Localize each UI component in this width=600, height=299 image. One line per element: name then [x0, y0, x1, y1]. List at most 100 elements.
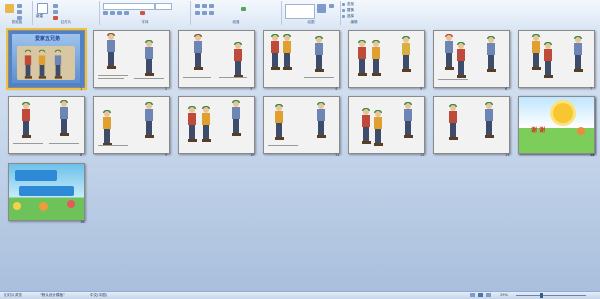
slide-sorter: 爱家五兄弟 1 2 3 4 5 6 7 8 9 10 11 12 13 14 1…: [0, 26, 600, 291]
character-figure: [373, 110, 383, 147]
slide-number: 3: [250, 87, 253, 91]
group-label: 绘图: [307, 20, 315, 24]
character-figure: [21, 102, 31, 139]
font-size-dropdown[interactable]: [155, 3, 172, 10]
slide-number: 8: [80, 153, 83, 157]
strikethrough-icon[interactable]: [124, 11, 129, 15]
zoom-slider-handle[interactable]: [540, 293, 543, 298]
new-slide-icon[interactable]: [37, 3, 48, 14]
clipboard-group: 剪贴板: [2, 1, 33, 25]
slide-thumbnail[interactable]: [518, 30, 595, 88]
drawing-group: 绘图: [282, 1, 341, 25]
slide-thumbnail[interactable]: [433, 96, 510, 154]
editing-group: 查找 替换 选择 编辑: [341, 1, 367, 25]
character-figure: [357, 40, 367, 77]
slide-thumbnail[interactable]: [178, 96, 255, 154]
underline-icon[interactable]: [117, 11, 122, 15]
slide-thumbnail[interactable]: 谢 谢: [518, 96, 595, 154]
text-line: [438, 79, 468, 80]
numbering-icon[interactable]: [202, 4, 207, 8]
indent-icon[interactable]: [209, 4, 214, 8]
reset-icon[interactable]: [53, 10, 58, 14]
text-line: [304, 77, 334, 78]
slideshow-icon[interactable]: [486, 293, 491, 297]
character-figure: [201, 106, 211, 143]
find-icon: [342, 3, 345, 6]
text-line: [13, 143, 43, 144]
layout-icon[interactable]: [53, 4, 58, 8]
smartart-icon[interactable]: [241, 7, 246, 11]
font-color-icon[interactable]: [140, 11, 145, 15]
character-figure: [38, 49, 46, 80]
character-figure: [573, 36, 583, 73]
character-figure: [486, 36, 496, 73]
italic-icon[interactable]: [110, 11, 115, 15]
character-figure: [282, 34, 292, 71]
slide-thumbnail[interactable]: [263, 30, 340, 88]
text-line: [98, 145, 128, 146]
speech-banner: [19, 186, 74, 196]
theme-label: "默认设计模板": [40, 293, 65, 297]
bullets-icon[interactable]: [195, 4, 200, 8]
slide-thumbnail[interactable]: 爱家五兄弟: [6, 28, 87, 90]
character-figure: [193, 34, 203, 71]
text-line: [49, 143, 79, 144]
text-line: [183, 77, 211, 78]
zoom-level: 29%: [500, 293, 508, 297]
cut-icon[interactable]: [17, 4, 22, 8]
text-line: [268, 145, 298, 146]
child-icon: [39, 202, 48, 211]
character-figure: [456, 42, 466, 79]
slide-number: 9: [165, 153, 168, 157]
find-button[interactable]: 查找: [347, 2, 354, 7]
character-figure: [403, 102, 413, 139]
bold-icon[interactable]: [103, 11, 108, 15]
slide-thumbnail[interactable]: [178, 30, 255, 88]
slide-number: 7: [590, 87, 593, 91]
view-mode-label: 幻灯片浏览: [4, 293, 22, 297]
paste-icon[interactable]: [5, 4, 14, 13]
character-figure: [543, 42, 553, 79]
slide-number: 1: [80, 87, 83, 91]
quick-styles-icon[interactable]: [329, 4, 334, 8]
shapes-gallery[interactable]: [285, 4, 315, 19]
slide-sorter-icon[interactable]: [478, 293, 483, 297]
sun-icon: [553, 103, 573, 123]
character-figure: [444, 34, 454, 71]
slide-thumbnail[interactable]: [263, 96, 340, 154]
font-name-dropdown[interactable]: [103, 3, 155, 10]
paragraph-group: 段落: [191, 1, 282, 25]
replace-button[interactable]: 替换: [347, 8, 354, 13]
align-left-icon[interactable]: [195, 11, 200, 15]
character-figure: [144, 40, 154, 77]
zoom-slider[interactable]: [516, 295, 586, 296]
character-figure: [102, 110, 112, 147]
slide-thumbnail[interactable]: [433, 30, 510, 88]
slide-thumbnail[interactable]: [8, 163, 85, 221]
align-right-icon[interactable]: [209, 11, 214, 15]
slide-thumbnail[interactable]: [93, 96, 170, 154]
character-figure: [270, 34, 280, 71]
language-label: 中文(中国): [90, 293, 108, 297]
slide-number: 12: [420, 153, 425, 157]
slide-thumbnail[interactable]: [348, 30, 425, 88]
group-label: 段落: [232, 20, 240, 24]
arrange-icon[interactable]: [317, 4, 326, 13]
new-slide-button[interactable]: 新建: [36, 14, 43, 19]
character-figure: [484, 102, 494, 139]
slide-thumbnail[interactable]: [8, 96, 85, 154]
slide-number: 13: [505, 153, 510, 157]
character-figure: [59, 100, 69, 137]
align-center-icon[interactable]: [202, 11, 207, 15]
slide-thumbnail[interactable]: [93, 30, 170, 88]
slide-number: 16: [80, 220, 85, 224]
select-button[interactable]: 选择: [347, 14, 354, 19]
flower-icon: [67, 200, 75, 208]
text-line: [98, 75, 128, 76]
normal-view-icon[interactable]: [470, 293, 475, 297]
text-line: [98, 78, 124, 79]
slide-number: 11: [335, 153, 340, 157]
speech-banner: [15, 170, 57, 181]
copy-icon[interactable]: [17, 10, 22, 14]
slide-thumbnail[interactable]: [348, 96, 425, 154]
